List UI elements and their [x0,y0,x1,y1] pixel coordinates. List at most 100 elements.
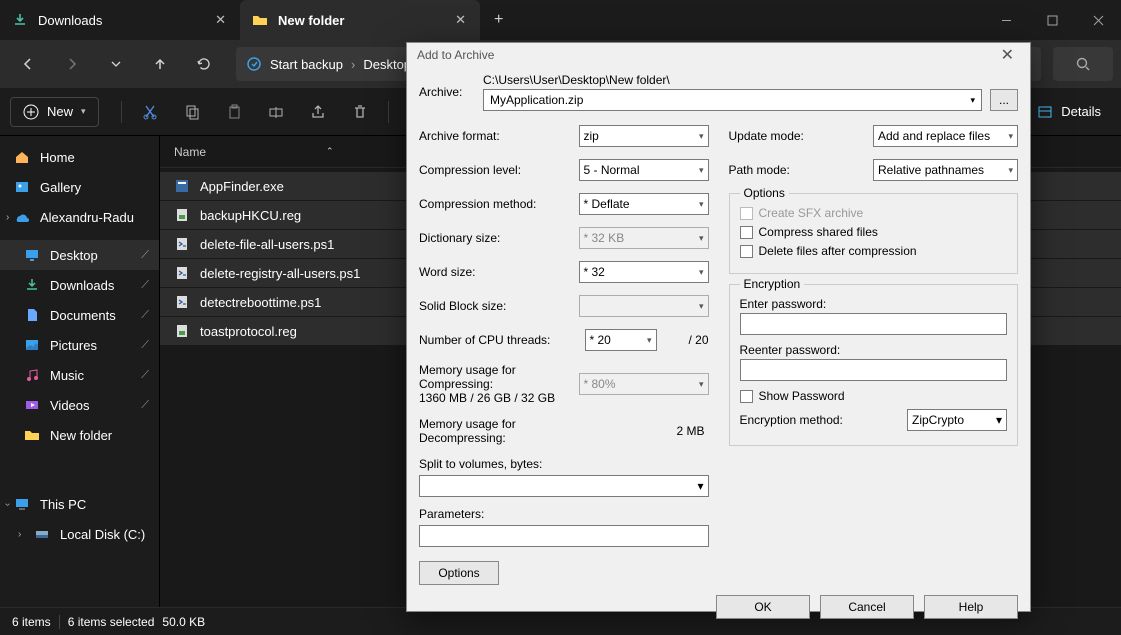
share-button[interactable] [298,94,338,130]
add-to-archive-dialog: Add to Archive ✕ Archive: C:\Users\User\… [406,42,1031,612]
videos-icon [24,397,40,413]
ps1-icon [174,236,190,252]
sidebar-thispc[interactable]: › This PC [0,489,159,519]
shared-checkbox[interactable] [740,226,753,239]
method-select[interactable]: * Deflate▾ [579,193,709,215]
dialog-buttons: OK Cancel Help [407,595,1030,631]
sidebar-music[interactable]: Music ⟋ [0,360,159,390]
back-button[interactable] [8,46,48,82]
status-selected: 6 items selected [68,615,155,629]
threads-label: Number of CPU threads: [419,333,585,347]
encryption-fieldset: Encryption Enter password: Reenter passw… [729,284,1019,446]
sidebar-home[interactable]: Home [0,142,159,172]
mem-compress-select[interactable]: * 80%▾ [579,373,709,395]
titlebar: Downloads ✕ New folder ✕ + [0,0,1121,40]
sidebar-label: This PC [40,497,86,512]
folder-icon [24,427,40,443]
show-password-checkbox[interactable] [740,390,753,403]
disk-icon [34,526,50,542]
maximize-button[interactable] [1029,0,1075,40]
format-select[interactable]: zip▾ [579,125,709,147]
solid-select: ▾ [579,295,709,317]
sfx-label: Create SFX archive [759,206,864,220]
archive-filename-input[interactable]: MyApplication.zip ▾ [483,89,982,111]
sidebar-newfolder[interactable]: New folder [0,420,159,450]
browse-button[interactable]: ... [990,89,1018,111]
add-tab-button[interactable]: + [480,11,517,29]
details-button[interactable]: Details [1027,98,1111,126]
help-button[interactable]: Help [924,595,1018,619]
dialog-close-button[interactable]: ✕ [995,43,1020,67]
sidebar-documents[interactable]: Documents ⟋ [0,300,159,330]
sidebar-label: Local Disk (C:) [60,527,145,542]
file-name: detectreboottime.ps1 [200,295,321,310]
music-icon [24,367,40,383]
search-box[interactable] [1053,47,1113,81]
status-count: 6 items [12,615,51,629]
chevron-right-icon[interactable]: › [6,212,9,223]
rename-button[interactable] [256,94,296,130]
sidebar-gallery[interactable]: Gallery [0,172,159,202]
show-password-label: Show Password [759,389,845,403]
params-input[interactable] [419,525,709,547]
sidebar-localdisk[interactable]: › Local Disk (C:) [0,519,159,549]
tab-downloads[interactable]: Downloads ✕ [0,0,240,40]
copy-button[interactable] [172,94,212,130]
refresh-button[interactable] [184,46,224,82]
method-label: Compression method: [419,197,579,211]
gallery-icon [14,179,30,195]
threads-max: / 20 [663,333,709,347]
recent-button[interactable] [96,46,136,82]
sidebar-downloads[interactable]: Downloads ⟋ [0,270,159,300]
sidebar-label: Videos [50,398,90,413]
split-select[interactable]: ▾ [419,475,709,497]
chevron-right-icon[interactable]: › [18,529,21,540]
pictures-icon [24,337,40,353]
password-input[interactable] [740,313,1008,335]
sidebar-videos[interactable]: Videos ⟋ [0,390,159,420]
delete-button[interactable] [340,94,380,130]
archive-filename-value: MyApplication.zip [490,93,583,107]
dict-label: Dictionary size: [419,231,579,245]
breadcrumb-item[interactable]: Desktop [363,57,411,72]
close-button[interactable] [1075,0,1121,40]
sidebar-user[interactable]: › Alexandru-Radu [0,202,159,232]
minimize-button[interactable] [983,0,1029,40]
ok-button[interactable]: OK [716,595,810,619]
sidebar-pictures[interactable]: Pictures ⟋ [0,330,159,360]
chevron-down-icon[interactable]: › [2,502,13,505]
up-button[interactable] [140,46,180,82]
ps1-icon [174,265,190,281]
cancel-button[interactable]: Cancel [820,595,914,619]
level-select[interactable]: 5 - Normal▾ [579,159,709,181]
threads-select[interactable]: * 20▾ [585,329,657,351]
pathmode-select[interactable]: Relative pathnames▾ [873,159,1018,181]
tab-newfolder[interactable]: New folder ✕ [240,0,480,40]
cut-button[interactable] [130,94,170,130]
delete-checkbox[interactable] [740,245,753,258]
options-button[interactable]: Options [419,561,499,585]
close-icon[interactable]: ✕ [453,10,468,30]
close-icon[interactable]: ✕ [213,10,228,30]
options-legend: Options [740,186,789,200]
enc-method-select[interactable]: ZipCrypto▾ [907,409,1007,431]
details-icon [1037,104,1053,120]
dict-select[interactable]: * 32 KB▾ [579,227,709,249]
update-select[interactable]: Add and replace files▾ [873,125,1018,147]
forward-button[interactable] [52,46,92,82]
dialog-body: Archive: C:\Users\User\Desktop\New folde… [407,67,1030,595]
sidebar-desktop[interactable]: Desktop ⟋ [0,240,159,270]
breadcrumb-start[interactable]: Start backup [270,57,343,72]
pin-icon: ⟋ [141,339,149,352]
params-label: Parameters: [419,507,709,521]
new-button[interactable]: New ▾ [10,97,99,127]
paste-button[interactable] [214,94,254,130]
word-select[interactable]: * 32▾ [579,261,709,283]
col-name[interactable]: Name [174,145,206,159]
solid-label: Solid Block size: [419,299,579,313]
reenter-password-label: Reenter password: [740,343,1008,357]
level-label: Compression level: [419,163,579,177]
reenter-password-input[interactable] [740,359,1008,381]
options-fieldset: Options Create SFX archive Compress shar… [729,193,1019,274]
dialog-title: Add to Archive [417,48,494,62]
